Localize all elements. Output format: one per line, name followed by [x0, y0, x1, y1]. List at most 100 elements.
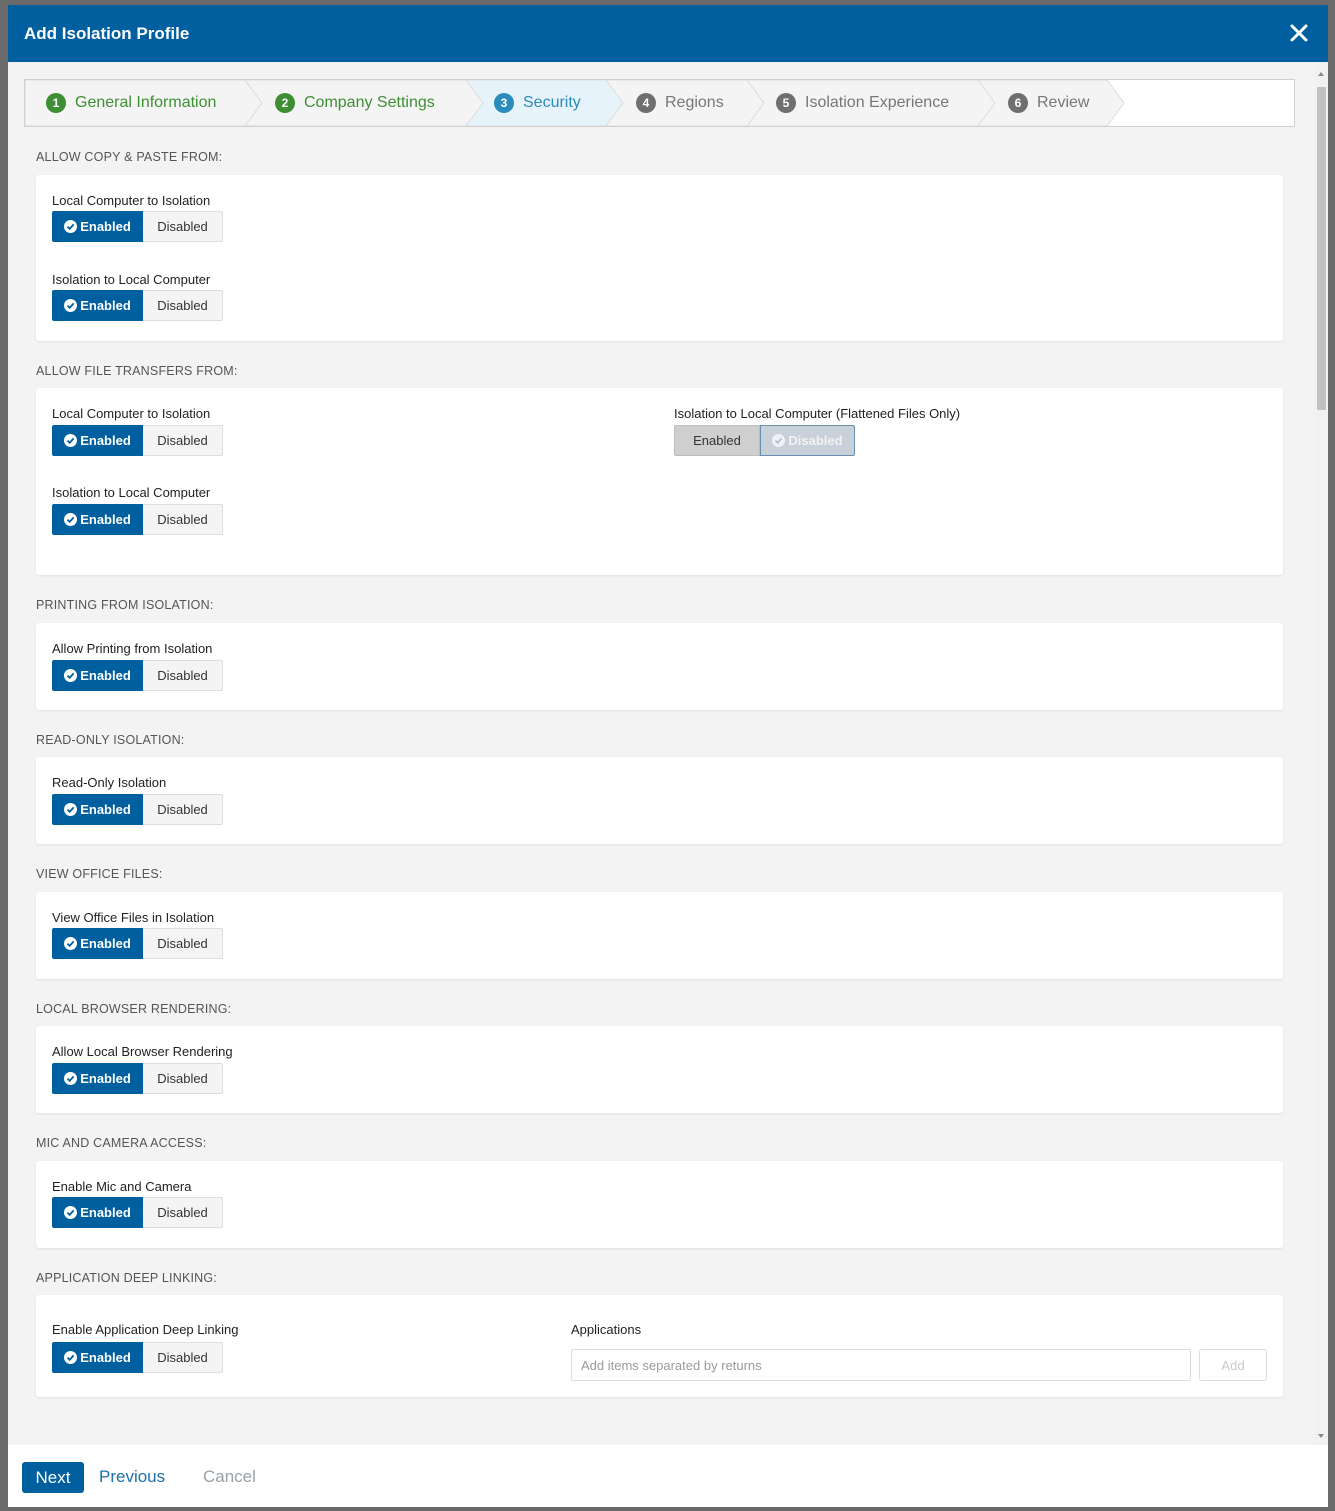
- modal-header: Add Isolation Profile: [8, 5, 1328, 62]
- toggle-file-isolation-to-local: Enabled Disabled: [52, 504, 223, 535]
- option-label: Disabled: [788, 433, 843, 448]
- step-label: Security: [523, 94, 581, 111]
- toggle-local-rendering: Enabled Disabled: [52, 1063, 223, 1094]
- field-label: Isolation to Local Computer: [52, 485, 211, 500]
- disabled-option[interactable]: Disabled: [143, 1063, 223, 1094]
- enabled-option[interactable]: Enabled: [52, 660, 143, 691]
- previous-button[interactable]: Previous: [99, 1467, 165, 1487]
- disabled-option[interactable]: Disabled: [760, 425, 855, 456]
- check-circle-icon: [64, 1072, 78, 1085]
- field-label: Local Computer to Isolation: [52, 406, 211, 421]
- toggle-file-flattened-only: Enabled Disabled: [674, 425, 855, 456]
- disabled-option[interactable]: Disabled: [143, 504, 223, 535]
- scroll-thumb[interactable]: [1317, 87, 1326, 410]
- check-circle-icon: [64, 220, 78, 233]
- enabled-option[interactable]: Enabled: [52, 1063, 143, 1094]
- check-circle-icon: [64, 1206, 78, 1219]
- check-circle-icon: [64, 803, 78, 816]
- option-label: Enabled: [80, 1071, 131, 1086]
- card-office-files: View Office Files in Isolation Enabled D…: [36, 892, 1283, 979]
- disabled-option[interactable]: Disabled: [143, 928, 223, 959]
- option-label: Disabled: [157, 298, 208, 313]
- field-label: View Office Files in Isolation: [52, 910, 215, 925]
- wizard-step-general-information[interactable]: 1 General Information: [46, 80, 216, 126]
- field-label: Enable Mic and Camera: [52, 1179, 192, 1194]
- applications-label: Applications: [571, 1322, 642, 1337]
- cancel-button[interactable]: Cancel: [203, 1467, 256, 1487]
- card-read-only: Read-Only Isolation Enabled Disabled: [36, 757, 1283, 844]
- disabled-option[interactable]: Disabled: [143, 660, 223, 691]
- section-title-local-rendering: LOCAL BROWSER RENDERING:: [36, 1002, 232, 1016]
- step-number: 2: [275, 93, 295, 113]
- step-label: General Information: [75, 94, 217, 111]
- toggle-allow-printing: Enabled Disabled: [52, 660, 223, 691]
- wizard-step-review[interactable]: 6 Review: [1008, 80, 1089, 126]
- step-number: 4: [636, 93, 656, 113]
- option-label: Enabled: [80, 512, 131, 527]
- option-label: Enabled: [693, 433, 741, 448]
- enabled-option[interactable]: Enabled: [52, 211, 143, 242]
- field-label: Isolation to Local Computer (Flattened F…: [674, 406, 961, 421]
- check-circle-icon: [64, 434, 78, 447]
- next-button[interactable]: Next: [22, 1462, 84, 1493]
- disabled-option[interactable]: Disabled: [143, 1342, 223, 1373]
- option-label: Disabled: [157, 802, 208, 817]
- option-label: Disabled: [157, 936, 208, 951]
- scroll-up-arrow-icon[interactable]: [1314, 68, 1328, 80]
- step-number: 3: [494, 93, 514, 113]
- disabled-option[interactable]: Disabled: [143, 425, 223, 456]
- toggle-file-local-to-isolation: Enabled Disabled: [52, 425, 223, 456]
- disabled-option[interactable]: Disabled: [143, 290, 223, 321]
- wizard-step-security[interactable]: 3 Security: [494, 80, 581, 126]
- option-label: Enabled: [80, 802, 131, 817]
- wizard-step-regions[interactable]: 4 Regions: [636, 80, 724, 126]
- field-label: Isolation to Local Computer: [52, 272, 211, 287]
- check-circle-icon: [64, 513, 78, 526]
- option-label: Enabled: [80, 1350, 131, 1365]
- section-title-printing: PRINTING FROM ISOLATION:: [36, 598, 214, 612]
- enabled-option[interactable]: Enabled: [52, 425, 143, 456]
- modal-footer: Next Previous Cancel: [8, 1445, 1328, 1507]
- option-label: Disabled: [157, 1350, 208, 1365]
- wizard-step-company-settings[interactable]: 2 Company Settings: [275, 80, 435, 126]
- option-label: Enabled: [80, 936, 131, 951]
- enabled-option[interactable]: Enabled: [52, 928, 143, 959]
- modal-body: 1 General Information 2 Company Settings…: [8, 62, 1314, 1445]
- section-title-read-only: READ-ONLY ISOLATION:: [36, 733, 185, 747]
- enabled-option[interactable]: Enabled: [52, 290, 143, 321]
- enabled-option[interactable]: Enabled: [52, 1197, 143, 1228]
- section-title-copy-paste: ALLOW COPY & PASTE FROM:: [36, 150, 223, 164]
- enabled-option[interactable]: Enabled: [52, 504, 143, 535]
- option-label: Enabled: [80, 668, 131, 683]
- step-number: 1: [46, 93, 66, 113]
- wizard-step-isolation-experience[interactable]: 5 Isolation Experience: [776, 80, 949, 126]
- enabled-option[interactable]: Enabled: [674, 425, 760, 456]
- option-label: Disabled: [157, 1071, 208, 1086]
- check-circle-icon: [64, 937, 78, 950]
- card-file-transfers: Local Computer to Isolation Enabled Disa…: [36, 388, 1283, 575]
- check-circle-icon: [64, 1351, 78, 1364]
- field-label: Allow Local Browser Rendering: [52, 1044, 233, 1059]
- applications-input[interactable]: [571, 1349, 1191, 1381]
- add-application-button[interactable]: Add: [1199, 1349, 1267, 1381]
- step-label: Isolation Experience: [805, 94, 950, 111]
- check-circle-icon: [64, 669, 78, 682]
- toggle-read-only: Enabled Disabled: [52, 794, 223, 825]
- option-label: Disabled: [157, 512, 208, 527]
- disabled-option[interactable]: Disabled: [143, 1197, 223, 1228]
- scroll-down-arrow-icon[interactable]: [1314, 1430, 1328, 1442]
- vertical-scrollbar[interactable]: [1314, 62, 1328, 1445]
- card-copy-paste: Local Computer to Isolation Enabled Disa…: [36, 175, 1283, 341]
- close-button[interactable]: [1284, 18, 1314, 48]
- step-number: 6: [1008, 93, 1028, 113]
- disabled-option[interactable]: Disabled: [143, 211, 223, 242]
- option-label: Disabled: [157, 1205, 208, 1220]
- wizard-steps: 1 General Information 2 Company Settings…: [24, 79, 1295, 127]
- section-title-office-files: VIEW OFFICE FILES:: [36, 867, 163, 881]
- section-title-deep-linking: APPLICATION DEEP LINKING:: [36, 1271, 217, 1285]
- disabled-option[interactable]: Disabled: [143, 794, 223, 825]
- enabled-option[interactable]: Enabled: [52, 1342, 143, 1373]
- option-label: Disabled: [157, 433, 208, 448]
- add-isolation-profile-modal: Add Isolation Profile 1 General Informat…: [8, 5, 1328, 1507]
- enabled-option[interactable]: Enabled: [52, 794, 143, 825]
